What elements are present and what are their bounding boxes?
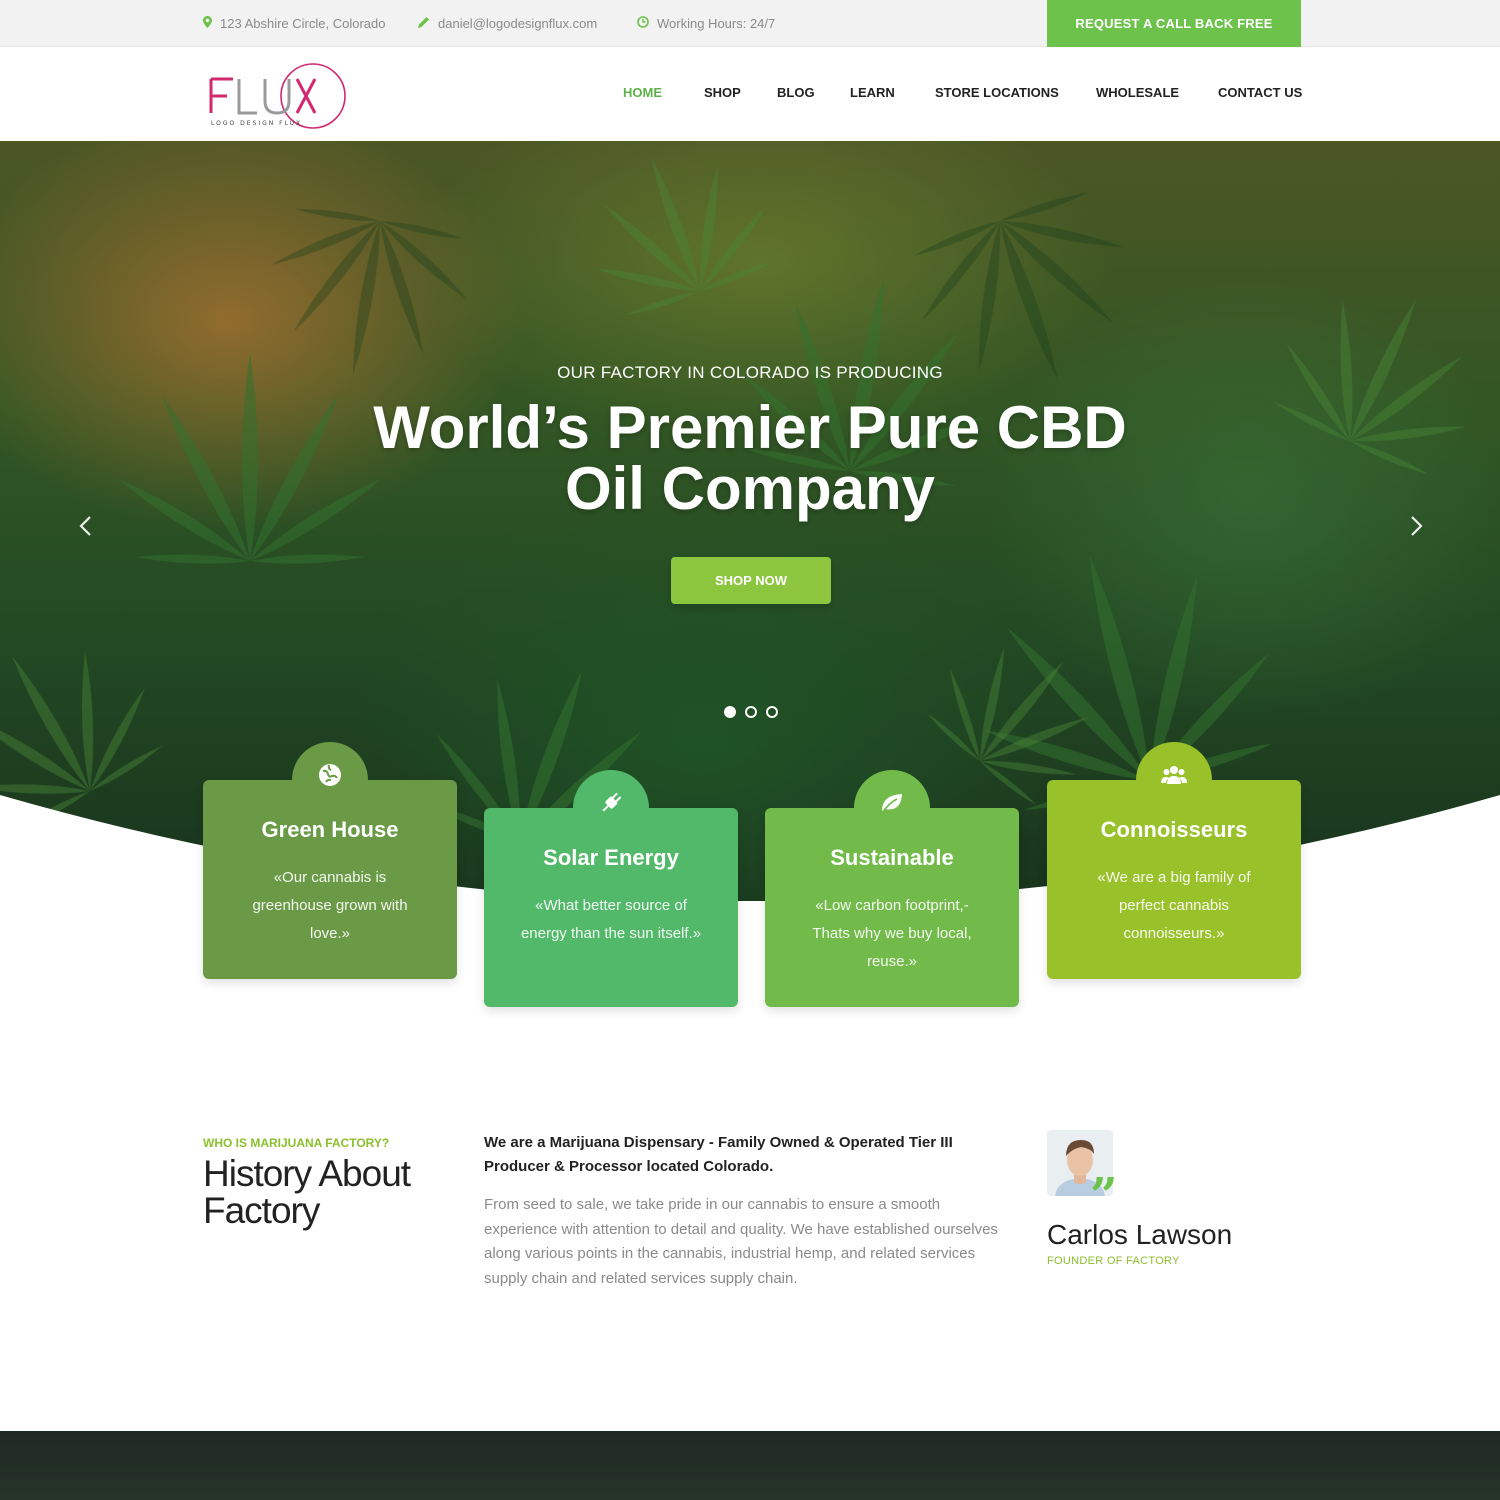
feature-badge	[292, 742, 368, 818]
map-pin-icon	[203, 16, 212, 31]
about-kicker: WHO IS MARIJUANA FACTORY?	[203, 1136, 390, 1150]
feature-text: «Low carbon footprint,- Thats why we buy…	[812, 897, 972, 970]
site-header: LOGO DESIGN FLUX HOME SHOP BLOG LEARN ST…	[0, 47, 1500, 141]
main-nav: HOME SHOP BLOG LEARN STORE LOCATIONS WHO…	[0, 47, 1500, 141]
request-callback-button[interactable]: REQUEST A CALL BACK FREE	[1047, 0, 1301, 47]
quote-icon: ”	[1090, 1168, 1118, 1224]
founder-name: Carlos Lawson	[1047, 1219, 1233, 1250]
hero-title-line-1: World’s Premier Pure CBD	[373, 394, 1127, 461]
hero-title: World’s Premier Pure CBD Oil Company	[0, 397, 1500, 519]
next-section-band	[0, 1431, 1500, 1500]
feature-title: Solar Energy	[543, 845, 679, 870]
feature-title: Connoisseurs	[1100, 817, 1248, 842]
shop-now-button[interactable]: SHOP NOW	[671, 557, 831, 604]
feature-text: «We are a big family of perfect cannabis…	[1097, 869, 1251, 942]
slider-dot-2[interactable]	[745, 706, 757, 718]
feature-card-solar-energy: Solar Energy «What better source of ener…	[484, 770, 738, 1007]
clock-icon	[637, 16, 649, 31]
feature-badge	[573, 770, 649, 846]
nav-store-locations[interactable]: STORE LOCATIONS	[935, 85, 1059, 100]
plug-icon	[602, 792, 622, 812]
globe-icon	[319, 764, 341, 786]
about-title: History About Factory	[203, 1153, 411, 1231]
nav-contact-us[interactable]: CONTACT US	[1218, 85, 1302, 100]
nav-home[interactable]: HOME	[623, 85, 662, 100]
feature-badge	[1136, 742, 1212, 818]
feature-card-green-house: Green House «Our cannabis is greenhouse …	[203, 742, 457, 979]
hero-subtitle: OUR FACTORY IN COLORADO IS PRODUCING	[557, 363, 943, 382]
slider-dot-1[interactable]	[724, 706, 736, 718]
slider-prev-arrow[interactable]	[75, 513, 95, 543]
chevron-left-icon	[79, 516, 91, 536]
pencil-icon	[418, 16, 430, 31]
nav-learn[interactable]: LEARN	[850, 85, 895, 100]
top-bar: 123 Abshire Circle, Colorado daniel@logo…	[0, 0, 1500, 47]
about-body: From seed to sale, we take pride in our …	[484, 1196, 998, 1287]
users-icon	[1161, 766, 1187, 784]
nav-blog[interactable]: BLOG	[777, 85, 815, 100]
email-info[interactable]: daniel@logodesignflux.com	[418, 0, 597, 47]
slider-dot-3[interactable]	[766, 706, 778, 718]
nav-wholesale[interactable]: WHOLESALE	[1096, 85, 1179, 100]
feature-title: Green House	[261, 817, 399, 842]
about-lead: We are a Marijuana Dispensary - Family O…	[484, 1134, 953, 1175]
feature-card-sustainable: Sustainable «Low carbon footprint,- That…	[765, 770, 1019, 1007]
feature-card-connoisseurs: Connoisseurs «We are a big family of per…	[1047, 742, 1301, 979]
hero-title-line-2: Oil Company	[564, 455, 936, 522]
leaf-icon	[882, 794, 902, 813]
address-text: 123 Abshire Circle, Colorado	[220, 16, 386, 31]
feature-badge	[854, 770, 930, 846]
feature-text: «Our cannabis is greenhouse grown with l…	[252, 869, 408, 942]
feature-title: Sustainable	[830, 845, 954, 870]
feature-text: «What better source of energy than the s…	[520, 897, 702, 942]
chevron-right-icon	[1411, 516, 1423, 536]
founder-role: FOUNDER OF FACTORY	[1047, 1255, 1180, 1267]
nav-shop[interactable]: SHOP	[704, 85, 741, 100]
address-info: 123 Abshire Circle, Colorado	[203, 0, 385, 47]
hours-info: Working Hours: 24/7	[637, 0, 775, 47]
email-link[interactable]: daniel@logodesignflux.com	[438, 16, 597, 31]
hours-text: Working Hours: 24/7	[657, 16, 776, 31]
slider-next-arrow[interactable]	[1407, 513, 1427, 543]
slider-dots	[724, 706, 778, 718]
